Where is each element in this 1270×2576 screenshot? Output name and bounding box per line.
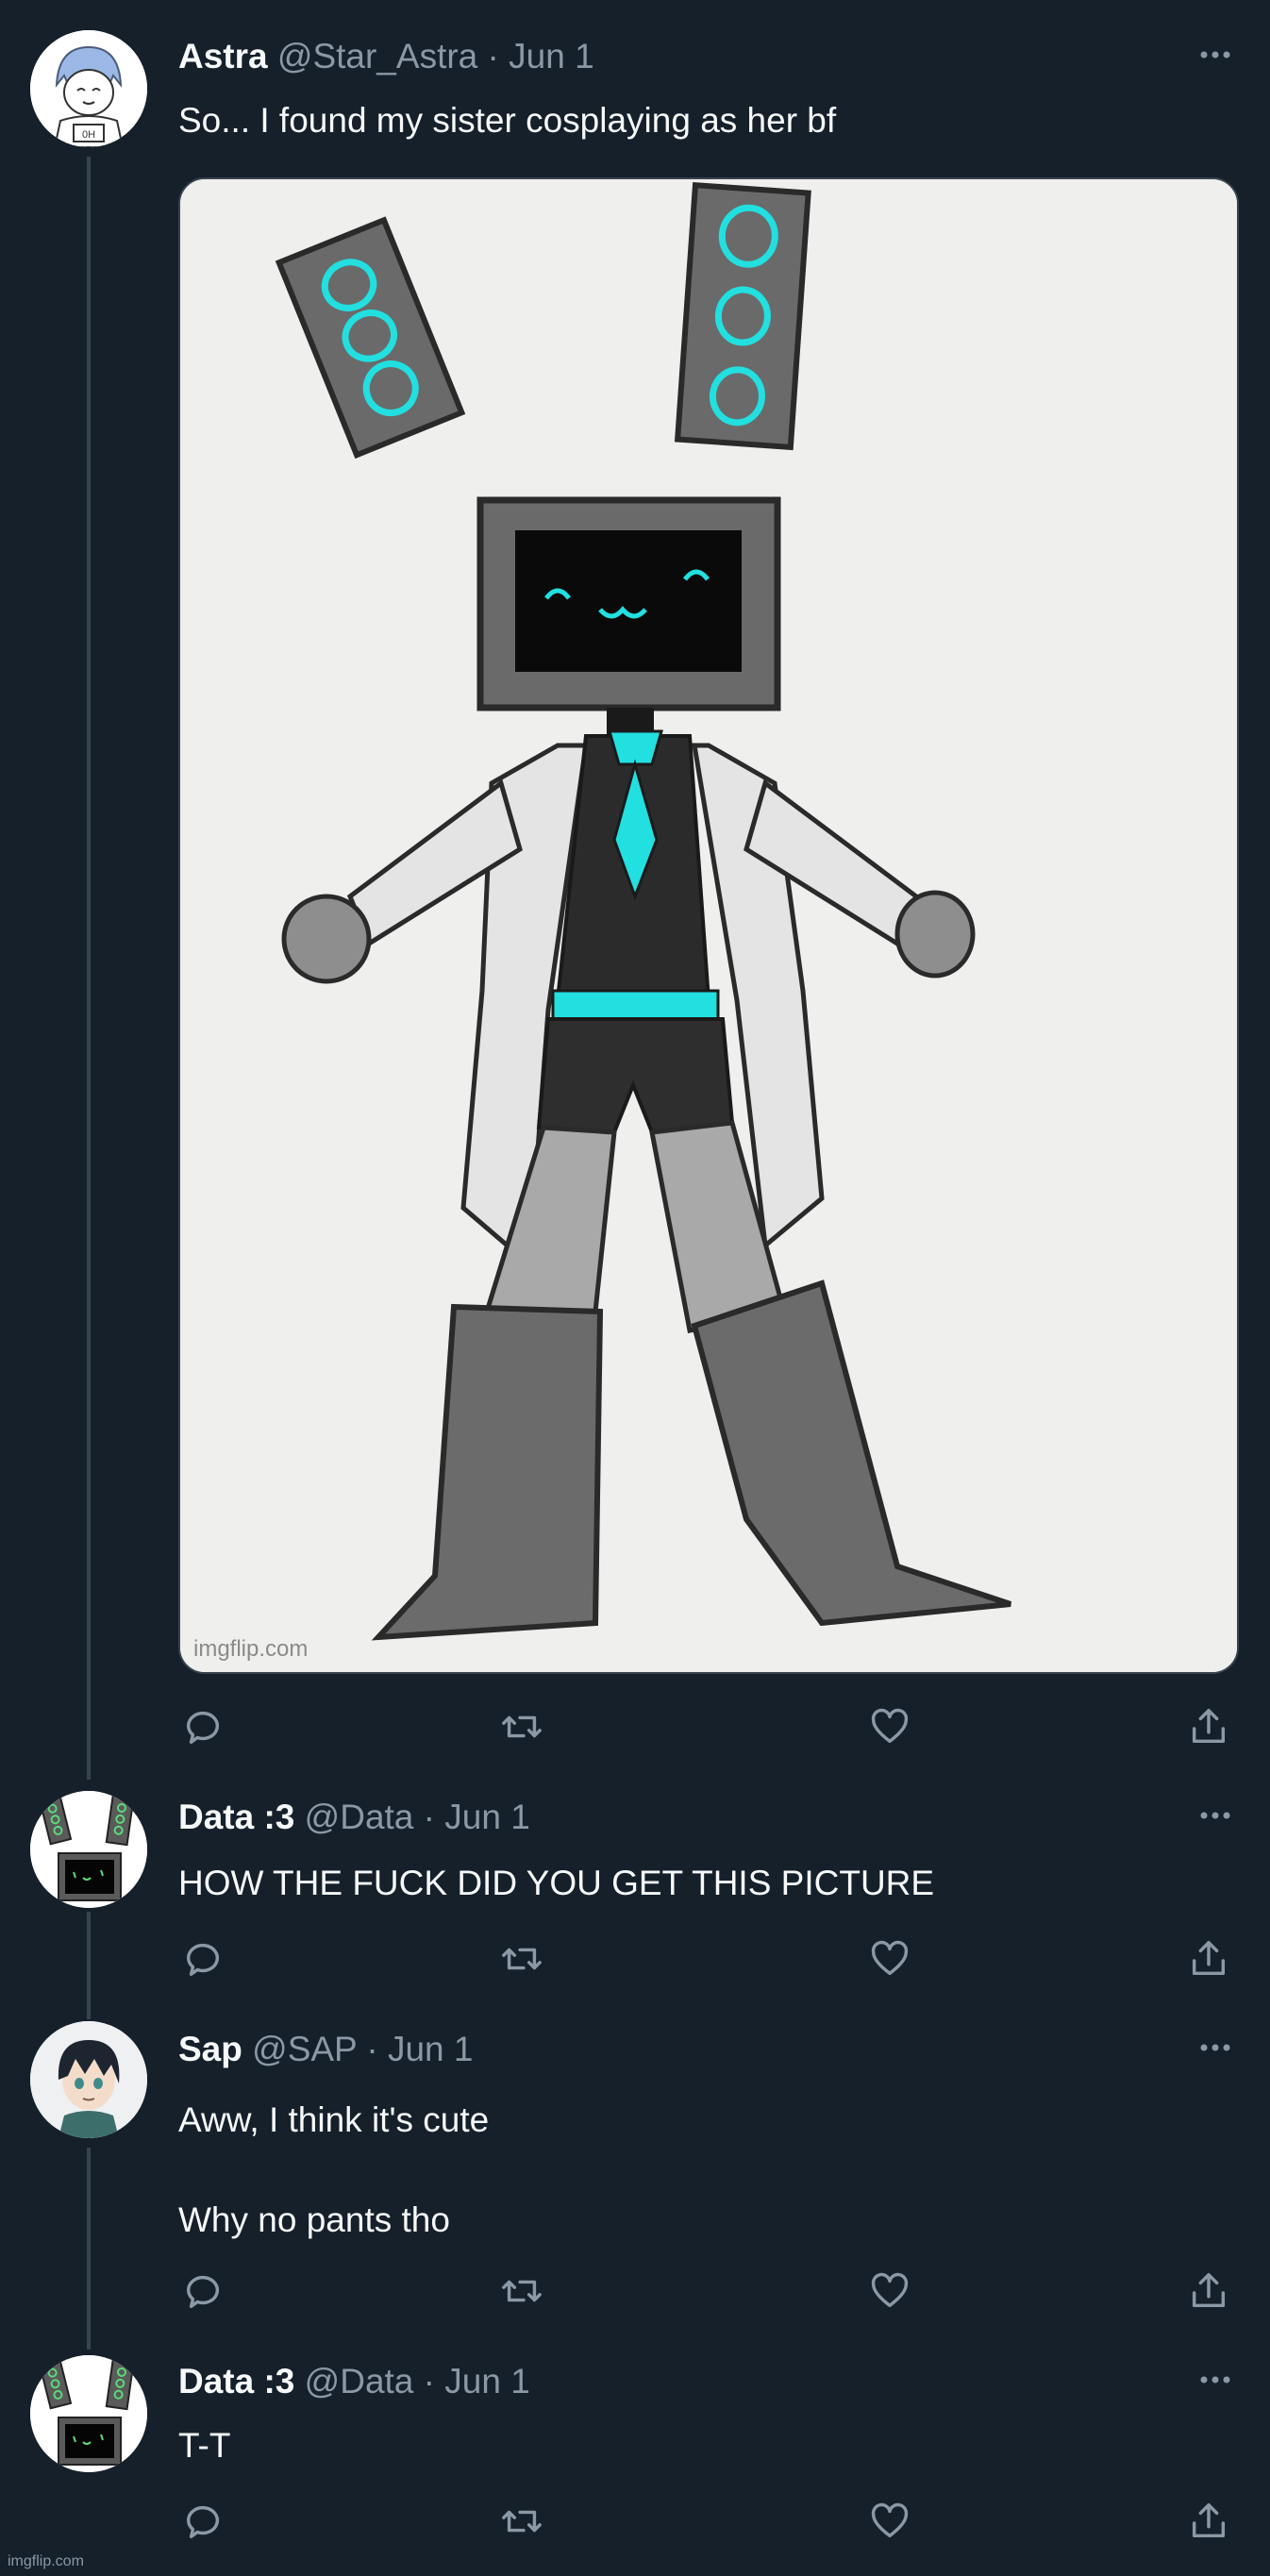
retweet-icon[interactable] <box>497 2267 546 2316</box>
tweet-header: Data :3 @Data · Jun 1 <box>178 1797 530 1838</box>
separator: · <box>487 37 499 75</box>
reply-icon[interactable] <box>178 2267 227 2316</box>
display-name[interactable]: Data :3 <box>178 2362 294 2400</box>
user-handle[interactable]: @Star_Astra <box>277 37 477 75</box>
anime-boy-avatar-icon <box>30 2021 147 2138</box>
tweet-actions <box>178 1934 1235 1983</box>
tweet-actions <box>178 2267 1235 2316</box>
more-icon[interactable] <box>1195 34 1236 75</box>
separator: · <box>423 1798 435 1836</box>
more-icon[interactable] <box>1195 2359 1236 2400</box>
retweet-icon[interactable] <box>497 1934 546 1983</box>
tweet[interactable]: 0H Astra @Star_Astra · Jun 1 So... I fou… <box>0 0 1270 1774</box>
tv-head-avatar-icon <box>30 1791 147 1908</box>
user-handle[interactable]: @SAP <box>252 2030 357 2068</box>
like-icon[interactable] <box>865 2267 914 2316</box>
tweet-header: Astra @Star_Astra · Jun 1 <box>178 36 594 77</box>
reply-icon[interactable] <box>178 1702 227 1751</box>
tweet[interactable]: Sap @SAP · Jun 1 Aww, I think it's cute … <box>0 2006 1270 2336</box>
user-handle[interactable]: @Data <box>305 2362 414 2400</box>
avatar[interactable] <box>30 2355 147 2472</box>
robot-tv-head-drawing-icon <box>180 179 1237 1672</box>
avatar[interactable] <box>30 1791 147 1908</box>
tweet-date[interactable]: Jun 1 <box>444 2362 530 2400</box>
tweet-header: Sap @SAP · Jun 1 <box>178 2029 473 2070</box>
share-icon[interactable] <box>1184 1702 1233 1751</box>
tweet-date[interactable]: Jun 1 <box>388 2030 474 2068</box>
tweet-actions <box>178 2497 1235 2546</box>
display-name[interactable]: Sap <box>178 2030 242 2068</box>
media-watermark: imgflip.com <box>193 1636 309 1662</box>
tweet-date[interactable]: Jun 1 <box>509 37 594 75</box>
reply-icon[interactable] <box>178 1934 227 1983</box>
footer-watermark: imgflip.com <box>8 2553 84 2569</box>
avatar[interactable]: 0H <box>30 30 147 147</box>
tweet-text: T-T <box>178 2426 231 2465</box>
share-icon[interactable] <box>1184 1934 1233 1983</box>
share-icon[interactable] <box>1184 2267 1233 2316</box>
like-icon[interactable] <box>865 1702 914 1751</box>
more-icon[interactable] <box>1195 2027 1236 2068</box>
avatar[interactable] <box>30 2021 147 2138</box>
tweet-text: Aww, I think it's cute Why no pants tho <box>178 2100 490 2239</box>
tweet-text: So... I found my sister cosplaying as he… <box>178 101 837 140</box>
like-icon[interactable] <box>865 2497 914 2546</box>
tweet-date[interactable]: Jun 1 <box>444 1798 530 1836</box>
retweet-icon[interactable] <box>497 2497 546 2546</box>
robot-girl-avatar-icon: 0H <box>30 30 147 147</box>
display-name[interactable]: Astra <box>178 37 268 75</box>
tv-head-avatar-icon <box>30 2355 147 2472</box>
share-icon[interactable] <box>1184 2497 1233 2546</box>
tweet-actions <box>178 1702 1235 1751</box>
separator: · <box>366 2030 378 2068</box>
reply-icon[interactable] <box>178 2497 227 2546</box>
retweet-icon[interactable] <box>497 1702 546 1751</box>
tweet[interactable]: Data :3 @Data · Jun 1 HOW THE FUCK DID Y… <box>0 1774 1270 2006</box>
separator: · <box>423 2362 435 2400</box>
tweet-header: Data :3 @Data · Jun 1 <box>178 2361 530 2402</box>
svg-text:0H: 0H <box>82 129 95 141</box>
tweet-media[interactable]: imgflip.com <box>178 177 1239 1674</box>
tweet-text: HOW THE FUCK DID YOU GET THIS PICTURE <box>178 1864 935 1902</box>
like-icon[interactable] <box>865 1934 914 1983</box>
display-name[interactable]: Data :3 <box>178 1798 294 1836</box>
tweet[interactable]: Data :3 @Data · Jun 1 T-T <box>0 2336 1270 2576</box>
more-icon[interactable] <box>1195 1795 1236 1836</box>
user-handle[interactable]: @Data <box>305 1798 414 1836</box>
